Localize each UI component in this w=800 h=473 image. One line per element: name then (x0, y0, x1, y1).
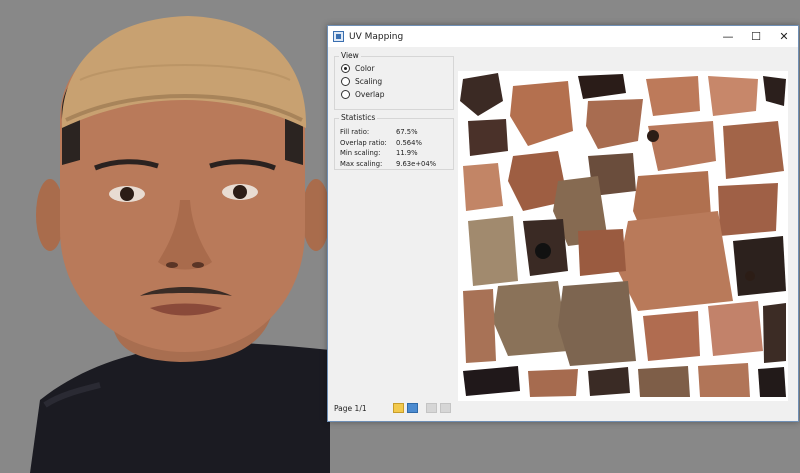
radio-unselected-icon[interactable] (341, 90, 350, 99)
app-icon (333, 31, 344, 42)
radio-overlap[interactable]: Overlap (335, 88, 453, 101)
options-panel: View Color Scaling Overlap Statistics Fi… (334, 50, 454, 174)
radio-selected-icon[interactable] (341, 64, 350, 73)
stat-label: Overlap ratio: (340, 138, 387, 147)
radio-color[interactable]: Color (335, 62, 453, 75)
statistics-group: Statistics Fill ratio: 67.5% Overlap rat… (334, 113, 454, 170)
stat-row-min-scaling: Min scaling: 11.9% (335, 148, 453, 159)
open-folder-icon[interactable] (392, 403, 404, 413)
uv-texture-atlas[interactable] (458, 71, 788, 401)
stat-value: 67.5% (396, 128, 418, 137)
maximize-button[interactable]: ☐ (742, 26, 770, 47)
stat-label: Fill ratio: (340, 128, 370, 137)
stat-value: 9.63e+04% (396, 159, 437, 168)
window-title: UV Mapping (349, 31, 404, 42)
stat-row-max-scaling: Max scaling: 9.63e+04% (335, 159, 453, 170)
radio-scaling[interactable]: Scaling (335, 75, 453, 88)
radio-unselected-icon[interactable] (341, 77, 350, 86)
stat-label: Min scaling: (340, 149, 381, 158)
title-bar[interactable]: UV Mapping — ☐ ✕ (328, 26, 798, 47)
view-group-label: View (339, 51, 361, 60)
page-indicator: Page 1/1 (334, 403, 367, 413)
save-icon[interactable] (406, 403, 418, 413)
radio-scaling-label: Scaling (355, 77, 383, 86)
prev-page-icon[interactable] (425, 403, 437, 413)
next-page-icon[interactable] (439, 403, 451, 413)
stat-value: 11.9% (396, 149, 418, 158)
stat-label: Max scaling: (340, 159, 383, 168)
minimize-button[interactable]: — (714, 26, 742, 47)
view-group: View Color Scaling Overlap (334, 51, 454, 110)
close-button[interactable]: ✕ (770, 26, 798, 47)
statistics-group-label: Statistics (339, 113, 378, 122)
stat-value: 0.564% (396, 138, 422, 147)
radio-color-label: Color (355, 64, 375, 73)
stat-row-overlap-ratio: Overlap ratio: 0.564% (335, 138, 453, 149)
uv-mapping-window: UV Mapping — ☐ ✕ View Color Scaling Over… (327, 25, 799, 422)
radio-overlap-label: Overlap (355, 90, 385, 99)
footer-toolbar: Page 1/1 (334, 403, 451, 413)
stat-row-fill-ratio: Fill ratio: 67.5% (335, 127, 453, 138)
